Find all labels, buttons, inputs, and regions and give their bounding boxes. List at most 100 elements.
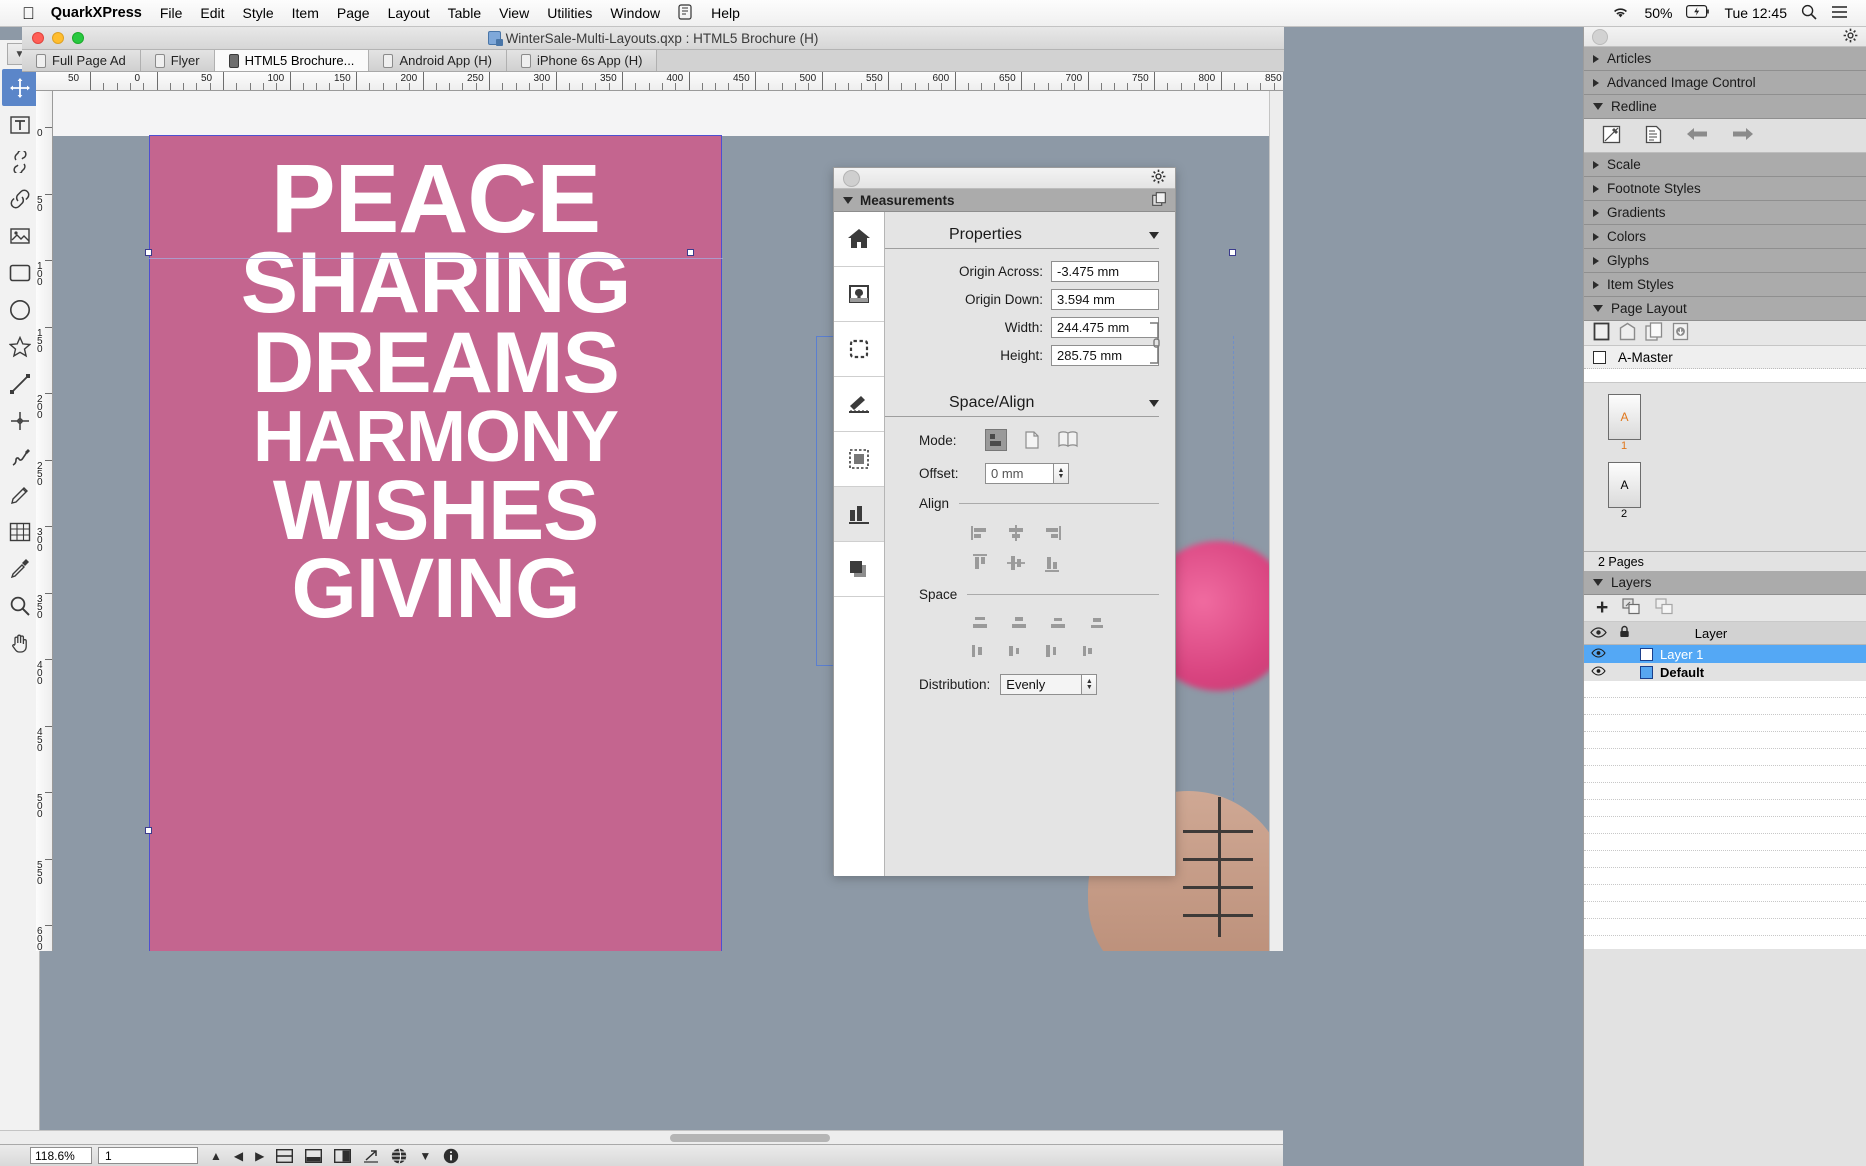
tab-iphone-6s-app[interactable]: iPhone 6s App (H) xyxy=(507,50,658,71)
height-input[interactable]: 285.75 mm xyxy=(1051,345,1159,366)
apple-logo-icon[interactable]:  xyxy=(22,5,35,22)
palette-section-page-layout[interactable]: Page Layout xyxy=(1584,297,1866,321)
pan-hand-tool[interactable] xyxy=(2,624,38,661)
menu-app-name[interactable]: QuarkXPress xyxy=(51,5,142,21)
star-box-tool[interactable] xyxy=(2,328,38,365)
redline-edit-icon[interactable] xyxy=(1602,125,1621,147)
picture-content-tool[interactable] xyxy=(2,143,38,180)
space-right-edges-button[interactable] xyxy=(1045,643,1061,662)
space-horizontal-centers-button[interactable] xyxy=(1008,643,1024,662)
horizontal-scroll-thumb[interactable] xyxy=(670,1134,830,1142)
tab-flyer[interactable]: Flyer xyxy=(141,50,215,71)
master-page-icon[interactable] xyxy=(1619,322,1636,344)
selection-handle[interactable] xyxy=(1229,249,1236,256)
palette-section-glyphs[interactable]: Glyphs xyxy=(1584,249,1866,273)
delete-page-icon[interactable] xyxy=(1672,322,1689,344)
menu-item-help[interactable]: Help xyxy=(711,5,740,21)
measurements-drag-bar[interactable] xyxy=(834,168,1175,189)
align-top-edges-button[interactable] xyxy=(971,554,989,575)
layer-row-default[interactable]: Default xyxy=(1584,663,1866,681)
selection-handle[interactable] xyxy=(687,249,694,256)
horizontal-ruler[interactable]: 5005010015020025030035040045050055060065… xyxy=(36,72,1283,91)
space-align-section-header[interactable]: Space/Align xyxy=(885,394,1159,417)
palette-section-articles[interactable]: Articles xyxy=(1584,47,1866,71)
align-vertical-centers-button[interactable] xyxy=(1007,554,1025,575)
table-tool[interactable] xyxy=(2,513,38,550)
preview-html-button[interactable] xyxy=(391,1148,407,1164)
menu-item-layout[interactable]: Layout xyxy=(388,5,430,21)
text-content-tool[interactable] xyxy=(2,106,38,143)
space-left-edges-button[interactable] xyxy=(971,643,987,662)
layer-visibility-icon[interactable] xyxy=(1584,648,1612,661)
space-horizontal-even-button[interactable] xyxy=(1082,643,1098,662)
script-menu-icon[interactable] xyxy=(678,4,693,23)
bezier-pen-tool[interactable] xyxy=(2,402,38,439)
split-none-button[interactable] xyxy=(334,1149,351,1163)
width-input[interactable]: 244.475 mm xyxy=(1051,317,1159,338)
palette-section-scale[interactable]: Scale xyxy=(1584,153,1866,177)
vertical-scrollbar[interactable] xyxy=(1269,91,1283,951)
measurements-tab-runaround[interactable] xyxy=(834,377,884,432)
palette-section-colors[interactable]: Colors xyxy=(1584,225,1866,249)
space-bottom-edges-button[interactable] xyxy=(1049,616,1067,633)
line-tool[interactable] xyxy=(2,365,38,402)
eyedropper-tool[interactable] xyxy=(2,550,38,587)
first-page-button[interactable]: ▲ xyxy=(210,1149,222,1163)
palette-section-gradients[interactable]: Gradients xyxy=(1584,201,1866,225)
properties-section-header[interactable]: Properties xyxy=(885,226,1159,249)
menu-item-page[interactable]: Page xyxy=(337,5,370,21)
page-thumbnails-area[interactable]: A 1 A 2 xyxy=(1584,383,1866,551)
merge-layers-icon[interactable] xyxy=(1655,598,1674,618)
vertical-ruler[interactable]: 050100150200250300350400450500550600 xyxy=(36,91,53,951)
menu-clock[interactable]: Tue 12:45 xyxy=(1724,5,1787,21)
origin-across-input[interactable]: -3.475 mm xyxy=(1051,261,1159,282)
measurements-tab-space-align[interactable] xyxy=(834,487,884,542)
export-button[interactable] xyxy=(363,1149,379,1163)
preview-dropdown-button[interactable]: ▼ xyxy=(419,1149,431,1163)
page-number-input[interactable]: 1 xyxy=(98,1147,198,1164)
selection-handle[interactable] xyxy=(145,827,152,834)
zoom-level-input[interactable]: 118.6% xyxy=(30,1147,92,1164)
offset-input[interactable]: 0 mm xyxy=(985,463,1054,484)
wifi-icon[interactable] xyxy=(1611,5,1630,22)
measurements-tab-drop-shadow[interactable] xyxy=(834,542,884,597)
chevron-down-icon[interactable] xyxy=(1149,400,1159,407)
menu-item-item[interactable]: Item xyxy=(292,5,319,21)
dock-drag-bar[interactable] xyxy=(1584,27,1866,47)
palette-section-item-styles[interactable]: Item Styles xyxy=(1584,273,1866,297)
item-relative-mode-button[interactable] xyxy=(985,429,1007,451)
gear-icon[interactable] xyxy=(1843,28,1858,46)
page-relative-mode-button[interactable] xyxy=(1021,429,1043,451)
space-vertical-centers-button[interactable] xyxy=(1010,616,1028,633)
layer-row-layer-1[interactable]: Layer 1 xyxy=(1584,645,1866,663)
space-top-edges-button[interactable] xyxy=(971,616,989,633)
tab-full-page-ad[interactable]: Full Page Ad xyxy=(22,50,141,71)
control-center-icon[interactable] xyxy=(1831,5,1848,22)
menu-item-view[interactable]: View xyxy=(499,5,529,21)
measurements-tab-picture[interactable] xyxy=(834,267,884,322)
align-left-edges-button[interactable] xyxy=(971,525,989,544)
split-vertical-button[interactable] xyxy=(305,1149,322,1163)
menu-item-utilities[interactable]: Utilities xyxy=(547,5,592,21)
distribution-select[interactable]: Evenly xyxy=(1000,674,1082,695)
offset-stepper[interactable]: ▲▼ xyxy=(1054,463,1069,484)
measurements-tab-frame[interactable] xyxy=(834,322,884,377)
next-change-icon[interactable] xyxy=(1732,127,1754,144)
previous-page-button[interactable]: ◀ xyxy=(234,1149,243,1163)
split-horizontal-button[interactable] xyxy=(276,1149,293,1163)
duplicate-page-icon[interactable] xyxy=(1645,322,1663,344)
zoom-tool[interactable] xyxy=(2,587,38,624)
palette-section-footnote-styles[interactable]: Footnote Styles xyxy=(1584,177,1866,201)
menu-item-edit[interactable]: Edit xyxy=(200,5,224,21)
tab-android-app[interactable]: Android App (H) xyxy=(369,50,507,71)
page-thumbnail[interactable]: A xyxy=(1608,394,1641,440)
palette-section-layers[interactable]: Layers xyxy=(1584,571,1866,595)
battery-charging-icon[interactable] xyxy=(1686,5,1710,21)
align-horizontal-centers-button[interactable] xyxy=(1007,525,1025,544)
redline-document-icon[interactable] xyxy=(1645,125,1662,147)
tab-html5-brochure[interactable]: HTML5 Brochure... xyxy=(215,50,370,71)
align-right-edges-button[interactable] xyxy=(1043,525,1061,544)
link-tool[interactable] xyxy=(2,180,38,217)
rectangle-box-tool[interactable] xyxy=(2,254,38,291)
spread-relative-mode-button[interactable] xyxy=(1057,429,1079,451)
